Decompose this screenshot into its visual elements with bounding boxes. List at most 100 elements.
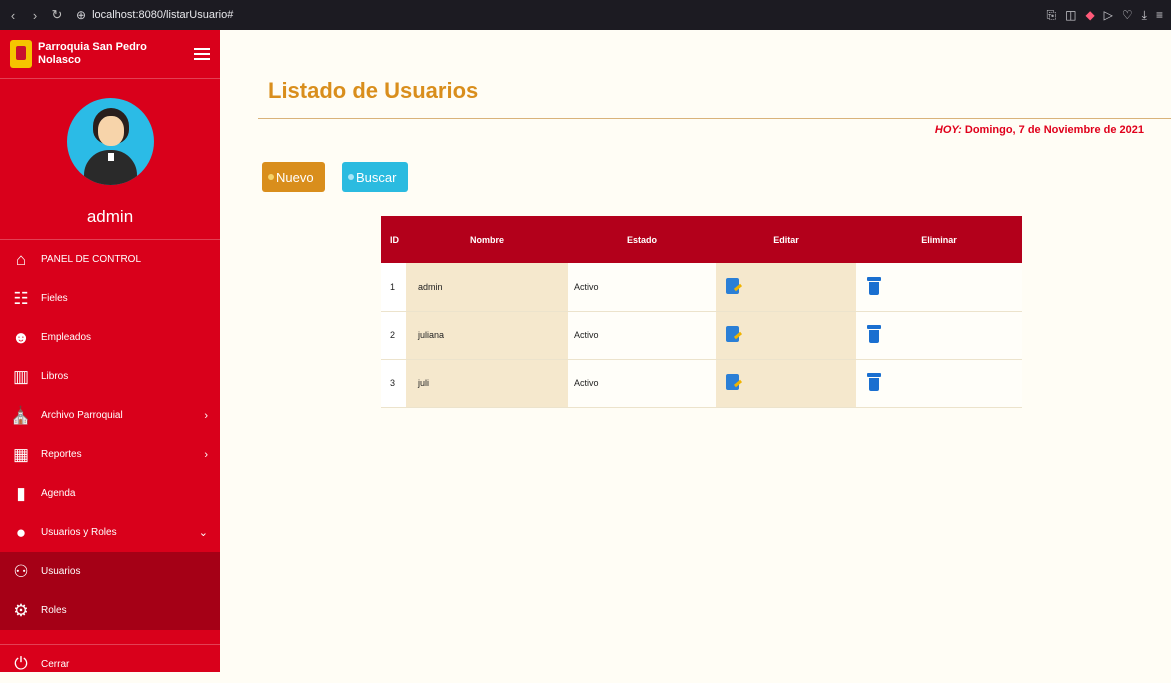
sidebar-item-roles[interactable]: ⚙ Roles: [0, 591, 220, 630]
cell-state: Activo: [568, 311, 716, 360]
cell-state: Activo: [568, 263, 716, 312]
header-edit: Editar: [773, 234, 799, 245]
logout-label: Cerrar: [41, 658, 70, 670]
chevron-right-icon: ›: [204, 448, 208, 461]
share-icon[interactable]: ⎘: [1046, 8, 1056, 23]
sidebar-footer: ⏻ Cerrar: [0, 644, 220, 683]
home-icon: ⌂: [15, 249, 27, 269]
header-name: Nombre: [469, 234, 504, 245]
sidebar-item-empleados[interactable]: ☻ Empleados: [0, 318, 220, 357]
table-header-row: ID Nombre Estado Editar Eliminar: [381, 216, 1022, 263]
cell-delete: [856, 359, 1022, 408]
sidebar-submenu: ⚇ Usuarios ⚙ Roles: [0, 552, 220, 630]
search-icon: [348, 174, 354, 180]
roles-icon: ⚙: [13, 600, 29, 620]
sidebar-item-fieles[interactable]: ☷ Fieles: [0, 279, 220, 318]
parish-logo: [10, 40, 32, 68]
cell-delete: [856, 311, 1022, 360]
table-row: 1 admin Activo: [381, 263, 1022, 312]
employee-icon: ☻: [12, 327, 30, 347]
user-profile: admin: [0, 78, 220, 240]
cell-id: 2: [381, 311, 406, 360]
trash-icon[interactable]: [866, 325, 882, 343]
screenshot-icon[interactable]: ◫: [1065, 8, 1076, 23]
sidebar-item-label: Usuarios: [41, 566, 81, 577]
menu-icon[interactable]: ≡: [1156, 8, 1163, 23]
hamburger-icon[interactable]: [194, 48, 210, 60]
edit-icon[interactable]: [726, 373, 742, 391]
brand-name: Parroquia San Pedro Nolasco: [38, 41, 147, 66]
chevron-right-icon: ›: [204, 409, 208, 422]
sidebar-item-label: Fieles: [41, 293, 68, 304]
reload-icon[interactable]: ↻: [46, 4, 68, 26]
cell-id: 3: [381, 359, 406, 408]
new-user-button[interactable]: Nuevo: [262, 162, 325, 192]
cell-edit: [716, 359, 856, 408]
pocket-icon[interactable]: ◆: [1085, 8, 1094, 23]
sidebar-item-label: Empleados: [41, 332, 92, 343]
cell-name: juli: [406, 359, 568, 408]
sidebar-item-label: Usuarios y Roles: [41, 527, 117, 538]
church-icon: ⛪: [10, 405, 32, 425]
group-icon: ☷: [13, 288, 29, 308]
sidebar-item-label: Roles: [41, 605, 67, 616]
users-icon: ⚇: [13, 561, 29, 581]
site-info-icon[interactable]: ⊕: [76, 8, 86, 22]
cell-edit: [716, 263, 856, 312]
sidebar: Parroquia San Pedro Nolasco admin ⌂ PANE…: [0, 30, 220, 673]
sidebar-item-archivo[interactable]: ⛪ Archivo Parroquial ›: [0, 396, 220, 435]
sidebar-item-usuarios[interactable]: ⚇ Usuarios: [0, 552, 220, 591]
users-table: ID Nombre Estado Editar Eliminar 1 admin…: [381, 216, 1022, 408]
sidebar-item-reportes[interactable]: ▦ Reportes ›: [0, 435, 220, 474]
book-icon: ▥: [12, 366, 30, 386]
table-row: 3 juli Activo: [381, 359, 1022, 408]
sidebar-item-agenda[interactable]: ▮ Agenda: [0, 474, 220, 513]
sidebar-menu: ⌂ PANEL DE CONTROL ☷ Fieles ☻ Empleados …: [0, 240, 220, 552]
main-content: Listado de Usuarios HOY: Domingo, 7 de N…: [220, 30, 1171, 672]
heart-icon[interactable]: ♡: [1122, 8, 1133, 23]
sidebar-item-libros[interactable]: ▥ Libros: [0, 357, 220, 396]
search-button-label: Buscar: [356, 169, 397, 185]
send-icon[interactable]: ▷: [1104, 8, 1113, 23]
user-icon: ●: [15, 522, 27, 542]
cell-id: 1: [381, 263, 406, 312]
edit-icon[interactable]: [726, 325, 742, 343]
table-row: 2 juliana Activo: [381, 311, 1022, 360]
header-delete: Eliminar: [921, 234, 957, 245]
sidebar-item-usuarios-roles[interactable]: ● Usuarios y Roles ⌄: [0, 513, 220, 552]
cell-name: admin: [406, 263, 568, 312]
browser-actions: ⎘ ◫ ◆ ▷ ♡ ⤓ ≡: [1046, 8, 1171, 23]
brand: Parroquia San Pedro Nolasco: [0, 30, 220, 78]
new-button-label: Nuevo: [276, 169, 314, 185]
cell-edit: [716, 311, 856, 360]
chevron-down-icon: ⌄: [198, 527, 208, 539]
users-table-wrapper: ID Nombre Estado Editar Eliminar 1 admin…: [381, 216, 1022, 408]
back-icon[interactable]: ‹: [2, 4, 24, 26]
header-id: ID: [390, 234, 399, 245]
sidebar-item-label: Agenda: [41, 488, 76, 499]
download-icon[interactable]: ⤓: [1142, 8, 1147, 23]
date-prefix: HOY:: [934, 124, 962, 136]
logout-button[interactable]: ⏻ Cerrar: [0, 644, 220, 683]
sidebar-item-panel[interactable]: ⌂ PANEL DE CONTROL: [0, 240, 220, 279]
avatar: [66, 98, 154, 185]
trash-icon[interactable]: [866, 373, 882, 391]
search-button[interactable]: Buscar: [342, 162, 408, 192]
cell-state: Activo: [568, 359, 716, 408]
current-date: HOY: Domingo, 7 de Noviembre de 2021: [935, 124, 1144, 136]
page-title: Listado de Usuarios: [268, 78, 479, 103]
new-icon: [268, 174, 274, 180]
trash-icon[interactable]: [866, 276, 882, 295]
header-state: Estado: [626, 234, 657, 245]
cell-name: juliana: [406, 311, 568, 360]
sidebar-item-label: Reportes: [41, 449, 82, 460]
sidebar-item-label: Archivo Parroquial: [41, 410, 123, 421]
edit-icon[interactable]: [726, 277, 742, 295]
address-bar[interactable]: localhost:8080/listarUsuario#: [92, 9, 233, 21]
cell-delete: [856, 263, 1022, 312]
browser-toolbar: ‹ › ↻ ⊕ localhost:8080/listarUsuario# ⎘ …: [0, 0, 1171, 30]
username: admin: [86, 207, 134, 226]
title-divider: [258, 118, 1171, 119]
forward-icon[interactable]: ›: [24, 4, 46, 26]
sidebar-item-label: PANEL DE CONTROL: [41, 254, 142, 265]
